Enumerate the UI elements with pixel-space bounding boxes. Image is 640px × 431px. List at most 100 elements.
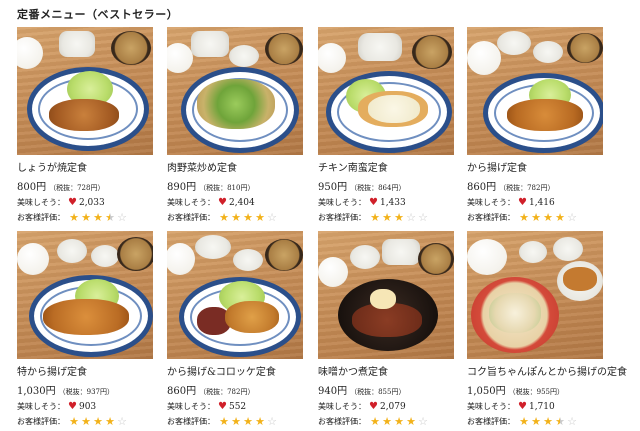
star-icon: ★ [231, 415, 241, 428]
menu-card[interactable]: 特から揚げ定食 1,030円 （税抜：937円） 美味しそう： ♥ 903 お客様評価… [17, 231, 153, 431]
heart-icon[interactable]: ♥ [218, 401, 227, 412]
tasty-label: 美味しそう： [167, 198, 215, 207]
price-tax-excluded: （税抜：955円） [508, 388, 565, 396]
menu-item-name[interactable]: から揚げ&コロッケ定食 [167, 363, 303, 378]
star-rating: ★ ★ ★ ★ ☆ [218, 416, 278, 427]
star-icon: ☆ [567, 415, 577, 428]
rating-label: お客様評価： [318, 213, 366, 222]
star-icon: ★ [370, 211, 380, 224]
meal-photo[interactable] [467, 27, 603, 155]
heart-icon[interactable]: ♥ [68, 197, 77, 208]
menu-item-name[interactable]: 味噌かつ煮定食 [318, 363, 454, 378]
price-value: 940円 [318, 386, 348, 397]
meal-photo[interactable] [318, 231, 454, 359]
heart-icon[interactable]: ♥ [369, 197, 378, 208]
star-icon: ★ [519, 211, 529, 224]
menu-card[interactable]: 肉野菜炒め定食 890円 （税抜：810円） 美味しそう： ♥ 2,404 お客様評価… [167, 27, 303, 227]
menu-card[interactable]: から揚げ定食 860円 （税抜：782円） 美味しそう： ♥ 1,416 お客様評価：… [467, 27, 603, 227]
heart-icon[interactable]: ♥ [518, 197, 527, 208]
menu-item-price: 940円 （税抜：855円） [318, 382, 454, 397]
menu-item-name[interactable]: から揚げ定食 [467, 159, 603, 174]
tasty-label: 美味しそう： [318, 402, 366, 411]
price-tax-excluded: （税抜：782円） [499, 184, 555, 192]
meal-photo[interactable] [167, 27, 303, 155]
star-icon: ★ [243, 211, 253, 224]
star-icon: ★ [543, 415, 553, 428]
star-icon: ☆ [117, 415, 127, 428]
star-icon: ★ [69, 211, 79, 224]
star-rating: ★ ★ ★ ★ ☆ [68, 212, 128, 223]
star-icon: ★ [69, 415, 79, 428]
price-tax-excluded: （税抜：810円） [199, 184, 255, 192]
menu-card[interactable]: しょうが焼定食 800円 （税抜：728円） 美味しそう： ♥ 2,033 お客様評価… [17, 27, 153, 227]
tasty-label: 美味しそう： [167, 402, 215, 411]
star-icon: ★ [219, 415, 229, 428]
star-icon: ☆ [267, 211, 277, 224]
tasty-label: 美味しそう： [318, 198, 366, 207]
menu-card[interactable]: チキン南蛮定食 950円 （税抜：864円） 美味しそう： ♥ 1,433 お客様評価… [318, 27, 454, 227]
star-icon: ★ [231, 211, 241, 224]
tasty-row: 美味しそう： ♥ 2,079 [318, 401, 454, 412]
meal-photo[interactable] [17, 27, 153, 155]
heart-icon[interactable]: ♥ [369, 401, 378, 412]
tasty-label: 美味しそう： [467, 198, 515, 207]
price-value: 890円 [167, 182, 197, 193]
rating-row: お客様評価： ★ ★ ★ ★ ☆ [467, 212, 603, 223]
heart-icon[interactable]: ♥ [68, 401, 77, 412]
tasty-row: 美味しそう： ♥ 1,416 [467, 197, 603, 208]
rating-label: お客様評価： [167, 213, 215, 222]
star-icon: ★ [406, 415, 416, 428]
menu-item-price: 950円 （税抜：864円） [318, 178, 454, 193]
heart-icon[interactable]: ♥ [218, 197, 227, 208]
tasty-row: 美味しそう： ♥ 1,433 [318, 197, 454, 208]
star-rating: ★ ★ ★ ★ ☆ [369, 416, 429, 427]
menu-item-name[interactable]: チキン南蛮定食 [318, 159, 454, 174]
tasty-count: 2,033 [78, 197, 105, 208]
star-icon: ★ [382, 415, 392, 428]
tasty-label: 美味しそう： [17, 198, 65, 207]
meal-photo[interactable] [318, 27, 454, 155]
star-icon: ★ [531, 211, 541, 224]
rating-label: お客様評価： [17, 213, 65, 222]
rating-row: お客様評価： ★ ★ ★ ★ ☆ [17, 416, 153, 427]
star-icon: ★ [255, 211, 265, 224]
menu-item-name[interactable]: 特から揚げ定食 [17, 363, 153, 378]
rating-label: お客様評価： [167, 417, 215, 426]
menu-item-name[interactable]: しょうが焼定食 [17, 159, 153, 174]
menu-card[interactable]: から揚げ&コロッケ定食 860円 （税抜：782円） 美味しそう： ♥ 552 お客様… [167, 231, 303, 431]
menu-item-price: 1,030円 （税抜：937円） [17, 382, 153, 397]
menu-item-price: 890円 （税抜：810円） [167, 178, 303, 193]
rating-row: お客様評価： ★ ★ ★ ★ ☆ [467, 416, 603, 427]
price-tax-excluded: （税抜：728円） [49, 184, 105, 192]
menu-item-name[interactable]: コク旨ちゃんぽんとから揚げの定食 [467, 363, 627, 378]
tasty-row: 美味しそう： ♥ 903 [17, 401, 153, 412]
tasty-count: 552 [228, 401, 247, 412]
star-icon: ★ [555, 415, 565, 428]
star-icon: ★ [531, 415, 541, 428]
price-tax-excluded: （税抜：864円） [350, 184, 406, 192]
menu-item-price: 860円 （税抜：782円） [167, 382, 303, 397]
menu-card[interactable]: 味噌かつ煮定食 940円 （税抜：855円） 美味しそう： ♥ 2,079 お客様評価… [318, 231, 454, 431]
menu-item-price: 1,050円 （税抜：955円） [467, 382, 603, 397]
rating-label: お客様評価： [318, 417, 366, 426]
rating-row: お客様評価： ★ ★ ★ ★ ☆ [167, 416, 303, 427]
star-icon: ★ [219, 211, 229, 224]
star-icon: ★ [382, 211, 392, 224]
meal-photo[interactable] [467, 231, 603, 359]
meal-photo[interactable] [17, 231, 153, 359]
star-icon: ☆ [267, 415, 277, 428]
tasty-row: 美味しそう： ♥ 552 [167, 401, 303, 412]
tasty-row: 美味しそう： ♥ 1,710 [467, 401, 603, 412]
menu-item-name[interactable]: 肉野菜炒め定食 [167, 159, 303, 174]
meal-photo[interactable] [167, 231, 303, 359]
price-tax-excluded: （税抜：937円） [58, 388, 115, 396]
menu-card[interactable]: コク旨ちゃんぽんとから揚げの定食 1,050円 （税抜：955円） 美味しそう： ♥… [467, 231, 627, 431]
tasty-count: 1,710 [528, 401, 555, 412]
star-icon: ☆ [418, 211, 428, 224]
heart-icon[interactable]: ♥ [518, 401, 527, 412]
tasty-count: 903 [78, 401, 97, 412]
price-value: 1,050円 [467, 386, 506, 397]
tasty-label: 美味しそう： [467, 402, 515, 411]
star-icon: ★ [105, 415, 115, 428]
rating-label: お客様評価： [17, 417, 65, 426]
